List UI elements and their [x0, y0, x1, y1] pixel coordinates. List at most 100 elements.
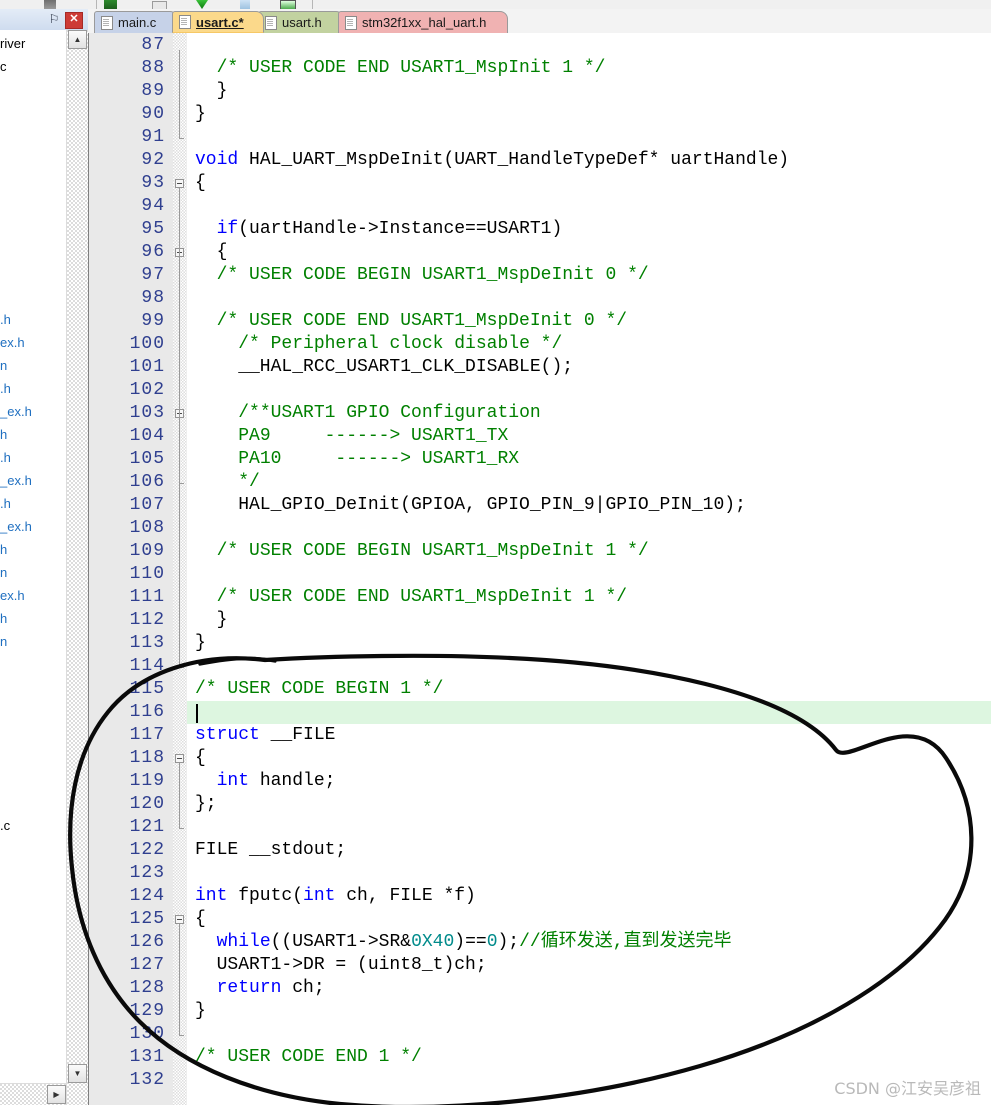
code-token: if	[216, 219, 239, 239]
code-line-text: */	[195, 471, 260, 494]
scroll-up-button[interactable]: ▲	[68, 30, 87, 49]
tree-item[interactable]: .h	[0, 308, 66, 331]
tree-item[interactable]: .h	[0, 446, 66, 469]
line-number: 103	[129, 403, 165, 423]
code-line[interactable]	[187, 655, 991, 678]
tree-item[interactable]: _ex.h	[0, 515, 66, 538]
code-folding-column[interactable]	[173, 33, 187, 1105]
tree-item[interactable]: _ex.h	[0, 469, 66, 492]
code-text-area[interactable]: /* USER CODE END USART1_MspInit 1 */ }} v…	[187, 33, 991, 1105]
line-number: 108	[129, 518, 165, 538]
code-line-text: /* USER CODE END USART1_MspDeInit 1 */	[195, 586, 627, 609]
code-line[interactable]	[187, 172, 991, 195]
project-panel[interactable]: ⚐ ✕ river c .h ex.h n .h _ex.h h .h _ex.h .h _ex.h h…	[0, 9, 88, 1105]
code-line[interactable]	[187, 816, 991, 839]
line-number: 105	[129, 449, 165, 469]
code-line[interactable]	[187, 34, 991, 57]
file-icon	[179, 15, 191, 29]
tree-item[interactable]: .h	[0, 377, 66, 400]
line-number: 121	[129, 817, 165, 837]
code-line-text: /* USER CODE BEGIN USART1_MspDeInit 0 */	[195, 264, 649, 287]
project-panel-vertical-scrollbar[interactable]: ▲ ▼	[66, 30, 88, 1105]
code-line[interactable]	[187, 471, 991, 494]
tree-item[interactable]: h	[0, 607, 66, 630]
tree-item[interactable]: .c	[0, 814, 66, 837]
tree-item[interactable]: c	[0, 55, 66, 78]
code-line[interactable]	[187, 195, 991, 218]
tree-item[interactable]: h	[0, 423, 66, 446]
tree-item[interactable]: .h	[0, 492, 66, 515]
fold-guide-end	[179, 828, 184, 829]
tree-item[interactable]: h	[0, 538, 66, 561]
bookmark-icon[interactable]	[240, 0, 250, 9]
code-token: }	[195, 1001, 206, 1021]
code-line-text: /* Peripheral clock disable */	[195, 333, 562, 356]
code-token: /* USER CODE END USART1_MspDeInit 1 */	[216, 587, 628, 607]
code-line[interactable]	[187, 793, 991, 816]
line-number-gutter: 87 88 89 90 91 92 93 94 95 96 97 98 99 100 101 102 103 10…	[89, 33, 173, 1105]
tree-item[interactable]: _ex.h	[0, 400, 66, 423]
code-line[interactable]	[187, 747, 991, 770]
line-number: 119	[129, 771, 165, 791]
line-number: 118	[129, 748, 165, 768]
code-line[interactable]	[187, 517, 991, 540]
code-line[interactable]	[187, 287, 991, 310]
tree-item[interactable]: ex.h	[0, 331, 66, 354]
tree-item[interactable]: n	[0, 354, 66, 377]
code-token: 0X40	[411, 932, 455, 952]
code-line[interactable]	[187, 632, 991, 655]
fold-marker[interactable]	[175, 754, 184, 763]
code-line[interactable]	[187, 126, 991, 149]
tree-item[interactable]: ex.h	[0, 584, 66, 607]
code-line[interactable]	[187, 80, 991, 103]
editor-tab-usart-h[interactable]: usart.h	[258, 11, 344, 33]
editor-tab-stm32f1xx-hal-uart-h[interactable]: stm32f1xx_hal_uart.h	[338, 11, 508, 33]
binoculars-icon[interactable]	[44, 0, 56, 9]
fold-guide-line	[179, 418, 180, 483]
code-editor[interactable]: 87 88 89 90 91 92 93 94 95 96 97 98 99 100 101 102 103 10…	[88, 33, 991, 1105]
fold-marker[interactable]	[175, 179, 184, 188]
code-line[interactable]	[187, 379, 991, 402]
code-line-text: {	[195, 172, 206, 195]
pin-icon[interactable]: ⚐	[48, 13, 60, 26]
code-line[interactable]	[187, 563, 991, 586]
code-token: ((USART1->SR&	[270, 932, 412, 952]
project-tree[interactable]: river c .h ex.h n .h _ex.h h .h _ex.h .h _ex.h h n ex.…	[0, 30, 67, 1105]
code-token: }	[195, 610, 228, 630]
tree-item[interactable]: n	[0, 561, 66, 584]
code-line[interactable]	[187, 701, 991, 724]
tree-item[interactable]: river	[0, 32, 66, 55]
code-token: }	[195, 104, 206, 124]
code-line[interactable]	[187, 862, 991, 885]
text-cursor	[196, 704, 198, 723]
line-number: 111	[129, 587, 165, 607]
editor-tab-usart-c-[interactable]: usart.c*	[172, 11, 264, 33]
build-icon[interactable]	[104, 0, 117, 9]
close-icon[interactable]: ✕	[65, 12, 83, 29]
code-line[interactable]	[187, 908, 991, 931]
code-line[interactable]	[187, 1023, 991, 1046]
scroll-down-button[interactable]: ▼	[68, 1064, 87, 1083]
chevron-down-icon[interactable]	[196, 0, 208, 9]
project-panel-horizontal-scrollbar[interactable]: ▶	[0, 1083, 66, 1105]
code-line[interactable]	[187, 241, 991, 264]
tree-item[interactable]: n	[0, 630, 66, 653]
line-number: 98	[141, 288, 165, 308]
editor-tab-main-c[interactable]: main.c	[94, 11, 178, 33]
code-token: }	[195, 633, 206, 653]
code-line[interactable]	[187, 1000, 991, 1023]
project-panel-header: ⚐ ✕	[0, 9, 88, 31]
code-token: void	[195, 150, 239, 170]
scroll-right-button[interactable]: ▶	[47, 1085, 66, 1104]
code-line-text: /* USER CODE END 1 */	[195, 1046, 422, 1069]
code-line[interactable]	[187, 609, 991, 632]
editor-tabbar[interactable]: main.c usart.c* usart.h stm32f1xx_hal_uart.…	[88, 9, 991, 34]
line-number: 97	[141, 265, 165, 285]
code-token: }	[195, 81, 228, 101]
code-line[interactable]	[187, 103, 991, 126]
code-token: /* USER CODE BEGIN 1 */	[195, 679, 444, 699]
fold-marker[interactable]	[175, 915, 184, 924]
